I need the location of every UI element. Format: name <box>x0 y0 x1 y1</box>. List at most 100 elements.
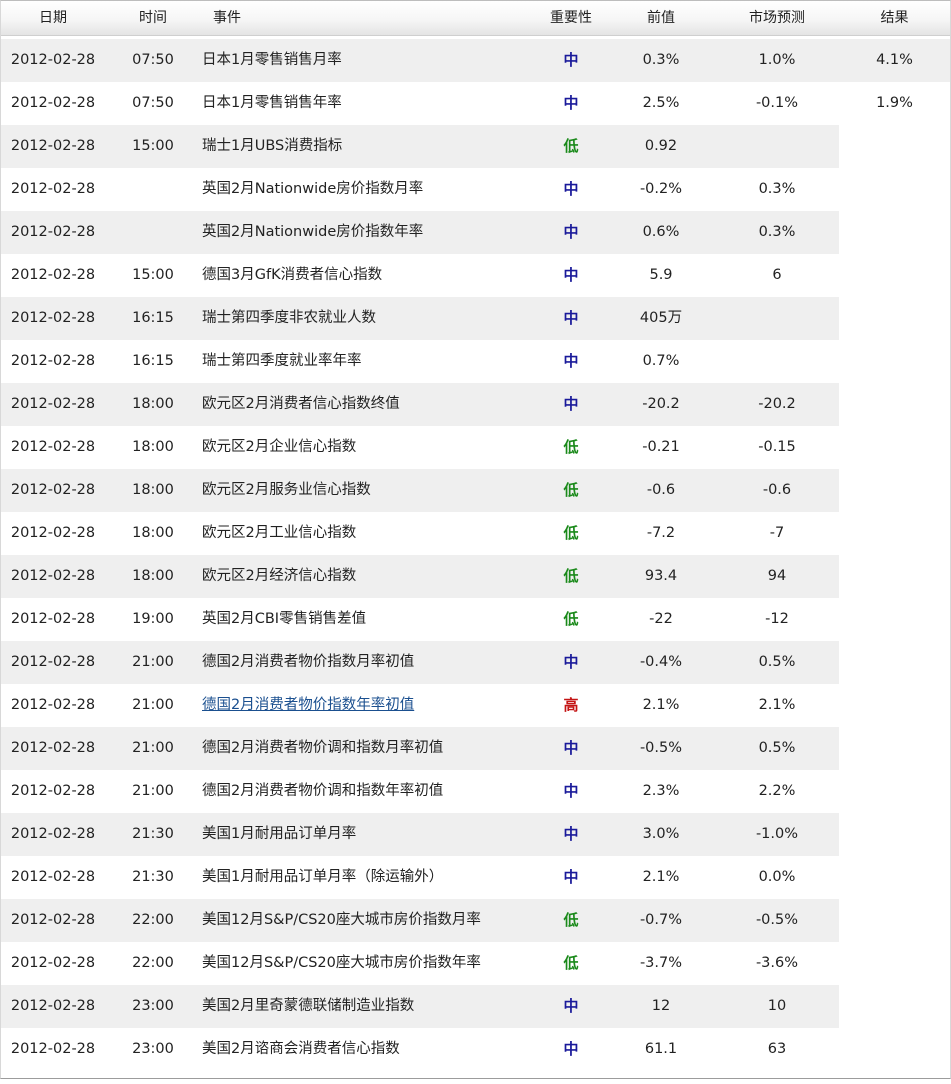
cell-result <box>839 125 950 168</box>
importance-badge: 低 <box>563 954 579 972</box>
cell-event: 美国12月S&P/CS20座大城市房价指数年率 <box>202 955 481 971</box>
table-row: 2012-02-28 18:00 欧元区2月企业信心指数 低 -0.21 -0.15 <box>1 426 950 469</box>
cell-time: 22:00 <box>132 955 174 971</box>
cell-result <box>839 813 950 856</box>
cell-time: 21:30 <box>132 869 174 885</box>
cell-previous: -0.2% <box>639 181 683 197</box>
cell-event: 欧元区2月消费者信心指数终值 <box>202 396 400 412</box>
cell-previous: -0.6 <box>646 482 676 498</box>
header-previous[interactable]: 前值 <box>611 1 711 35</box>
cell-result <box>839 985 950 1028</box>
cell-forecast: -0.5% <box>755 912 799 928</box>
header-forecast[interactable]: 市场预测 <box>717 1 837 35</box>
table-row: 2012-02-28 18:00 欧元区2月工业信心指数 低 -7.2 -7 <box>1 512 950 555</box>
cell-result <box>839 1028 950 1071</box>
cell-date: 2012-02-28 <box>10 568 96 584</box>
cell-result <box>839 211 950 254</box>
importance-badge: 低 <box>563 911 579 929</box>
cell-event: 瑞士1月UBS消费指标 <box>202 138 343 154</box>
cell-time: 21:00 <box>132 740 174 756</box>
cell-previous: 2.5% <box>642 95 680 111</box>
cell-event: 欧元区2月服务业信心指数 <box>202 482 371 498</box>
cell-date: 2012-02-28 <box>10 439 96 455</box>
cell-previous: -20.2 <box>642 396 680 412</box>
cell-time: 18:00 <box>132 525 174 541</box>
cell-date: 2012-02-28 <box>10 396 96 412</box>
cell-forecast: -0.6 <box>762 482 792 498</box>
cell-date: 2012-02-28 <box>10 138 96 154</box>
table-row: 2012-02-28 16:15 瑞士第四季度就业率年率 中 0.7% <box>1 340 950 383</box>
table-row: 2012-02-28 英国2月Nationwide房价指数年率 中 0.6% 0.3% <box>1 211 950 254</box>
cell-forecast: -1.0% <box>755 826 799 842</box>
cell-date: 2012-02-28 <box>10 267 96 283</box>
cell-previous: 3.0% <box>642 826 680 842</box>
cell-time: 22:00 <box>132 912 174 928</box>
cell-forecast <box>717 340 837 383</box>
cell-forecast: -0.15 <box>758 439 796 455</box>
importance-badge: 低 <box>563 567 579 585</box>
cell-result <box>839 340 950 383</box>
importance-badge: 中 <box>563 309 579 327</box>
importance-badge: 中 <box>563 739 579 757</box>
importance-badge: 中 <box>563 223 579 241</box>
importance-badge: 中 <box>563 1040 579 1058</box>
cell-event: 日本1月零售销售年率 <box>202 95 342 111</box>
cell-forecast: -7 <box>769 525 785 541</box>
importance-badge: 中 <box>563 395 579 413</box>
cell-time: 18:00 <box>132 482 174 498</box>
header-time[interactable]: 时间 <box>109 1 197 35</box>
table-row: 2012-02-28 18:00 欧元区2月服务业信心指数 低 -0.6 -0.6 <box>1 469 950 512</box>
table-row: 2012-02-28 07:50 日本1月零售销售年率 中 2.5% -0.1% 1.9% <box>1 82 950 125</box>
cell-date: 2012-02-28 <box>10 611 96 627</box>
header-importance[interactable]: 重要性 <box>539 1 603 35</box>
cell-result <box>839 469 950 512</box>
cell-result <box>839 856 950 899</box>
cell-date: 2012-02-28 <box>10 912 96 928</box>
cell-date: 2012-02-28 <box>10 783 96 799</box>
event-link[interactable]: 德国2月消费者物价指数年率初值 <box>202 697 414 713</box>
cell-event: 欧元区2月工业信心指数 <box>202 525 357 541</box>
cell-previous: -0.21 <box>642 439 680 455</box>
cell-event: 欧元区2月企业信心指数 <box>202 439 357 455</box>
cell-event: 德国3月GfK消费者信心指数 <box>202 267 383 283</box>
cell-time: 21:00 <box>132 783 174 799</box>
cell-forecast: 6 <box>772 267 782 283</box>
cell-event: 英国2月CBI零售销售差值 <box>202 611 367 627</box>
table-body: 2012-02-28 07:50 日本1月零售销售月率中 0.3% 1.0% 4.1% 20… <box>1 39 950 1071</box>
importance-badge: 中 <box>563 868 579 886</box>
header-event[interactable]: 事件 <box>197 1 257 35</box>
importance-badge: 低 <box>563 481 579 499</box>
cell-event: 德国2月消费者物价指数月率初值 <box>202 654 415 670</box>
cell-event: 英国2月Nationwide房价指数月率 <box>202 181 424 197</box>
header-result[interactable]: 结果 <box>839 1 950 35</box>
cell-forecast: 0.5% <box>758 654 796 670</box>
cell-date: 2012-02-28 <box>10 697 96 713</box>
table-row: 2012-02-28 22:00 美国12月S&P/CS20座大城市房价指数年率 低 -… <box>1 942 950 985</box>
table-row: 2012-02-28 21:00 德国2月消费者物价调和指数月率初值 中 -0.5% 0.… <box>1 727 950 770</box>
table-row: 2012-02-28 23:00 美国2月谘商会消费者信心指数 中 61.1 63 <box>1 1028 950 1071</box>
table-row: 2012-02-28 16:15 瑞士第四季度非农就业人数 中 405万 <box>1 297 950 340</box>
importance-badge: 高 <box>563 696 579 714</box>
cell-time <box>109 211 197 254</box>
table-row: 2012-02-28 18:00 欧元区2月经济信心指数 低 93.4 94 <box>1 555 950 598</box>
cell-previous: 2.3% <box>642 783 680 799</box>
cell-time <box>109 168 197 211</box>
table-row: 2012-02-28 23:00 美国2月里奇蒙德联储制造业指数 中 12 10 <box>1 985 950 1028</box>
cell-previous: 12 <box>651 998 671 1014</box>
table-row: 2012-02-28 21:30 美国1月耐用品订单月率（除运输外） 中 2.1% 0.0… <box>1 856 950 899</box>
cell-date: 2012-02-28 <box>10 181 96 197</box>
cell-event: 美国1月耐用品订单月率（除运输外） <box>202 869 444 885</box>
cell-date: 2012-02-28 <box>10 525 96 541</box>
cell-forecast: 0.0% <box>758 869 796 885</box>
cell-forecast: 94 <box>767 568 787 584</box>
cell-time: 21:00 <box>132 697 174 713</box>
cell-previous: -0.5% <box>639 740 683 756</box>
cell-previous: 0.7% <box>642 353 680 369</box>
table-row: 2012-02-28 22:00 美国12月S&P/CS20座大城市房价指数月率 低 -… <box>1 899 950 942</box>
importance-badge: 中 <box>563 352 579 370</box>
importance-badge: 低 <box>563 137 579 155</box>
cell-date: 2012-02-28 <box>10 740 96 756</box>
importance-badge: 中 <box>563 653 579 671</box>
cell-forecast: -12 <box>765 611 789 627</box>
header-date[interactable]: 日期 <box>1 1 105 35</box>
